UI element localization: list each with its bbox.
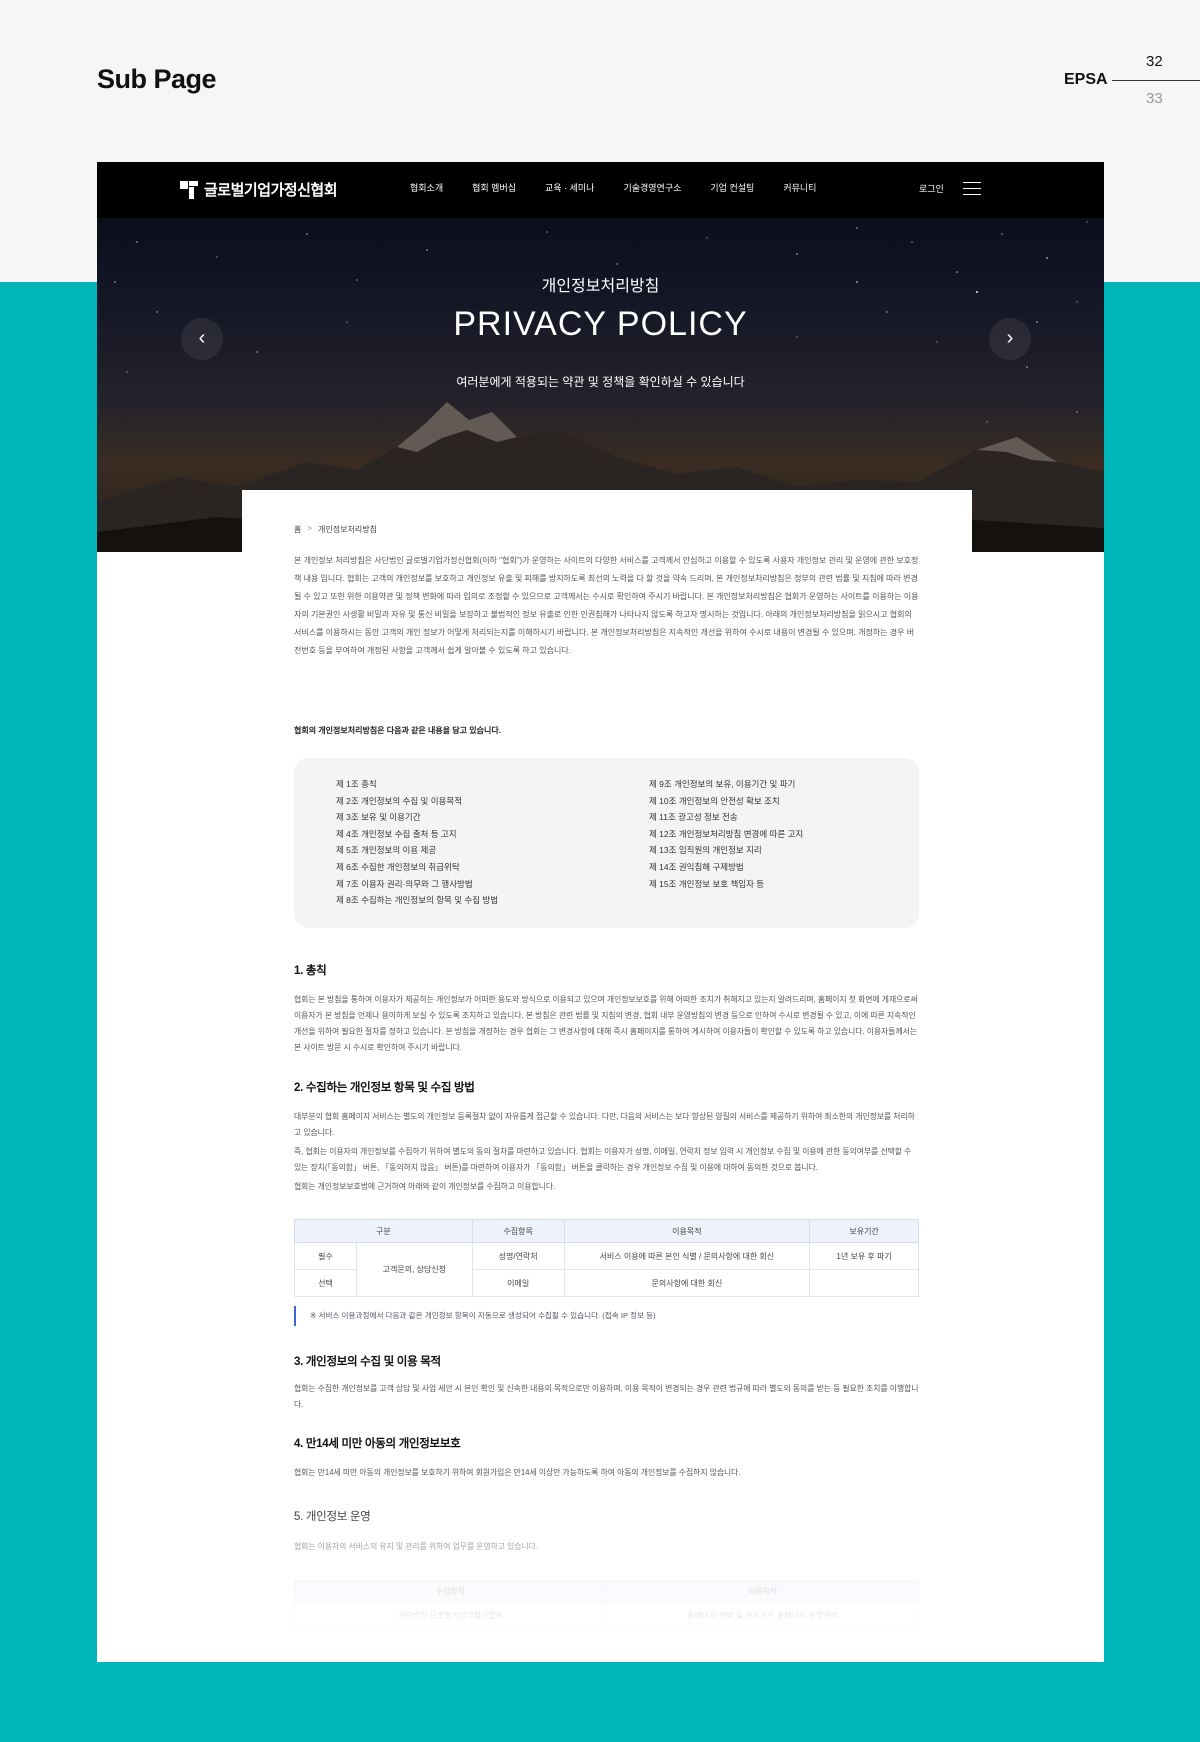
hamburger-icon[interactable] [963, 182, 981, 196]
section-heading: 5. 개인정보 운영 [294, 1511, 371, 1523]
table-header-row: 구분 수집항목 이용목적 보유기간 [294, 1219, 919, 1243]
intro-paragraph: 본 개인정보 처리방침은 사단법인 글로벌기업가정신협회(이하 "협회")가 운… [294, 556, 919, 655]
site-logo[interactable]: 글로벌기업가정신협회 [180, 179, 338, 200]
section-body: 즉, 협회는 이용자의 개인정보를 수집하기 위하여 별도의 동의 절차를 마련… [294, 1147, 912, 1172]
toc-item[interactable]: 제 7조 이용자 권리·의무와 그 행사방법 [336, 876, 498, 893]
section-body: 협회는 수집한 개인정보를 고객 상담 및 사업 세안 시 본인 확인 및 신속… [294, 1384, 919, 1409]
table-of-contents: 제 1조 총칙 제 2조 개인정보의 수집 및 이용목적 제 3조 보유 및 이… [294, 758, 919, 928]
hero-subtitle: 개인정보처리방침 [541, 278, 660, 295]
nav-item-membership[interactable]: 협회 멤버십 [472, 181, 516, 194]
table-header-row: 수집항목 이용목적 [294, 1580, 919, 1603]
toc-item[interactable]: 제 11조 광고성 정보 전송 [649, 809, 803, 826]
toc-item[interactable]: 제 12조 개인정보처리방침 변경에 따른 고지 [649, 826, 803, 843]
table-row: 필수 고객문의, 상담신청 성명/연락처 서비스 이용에 따른 본인 식별 / … [294, 1242, 919, 1297]
toc-item[interactable]: 제 13조 임직원의 개인정보 지리 [649, 842, 803, 859]
chevron-right-icon[interactable]: › [989, 318, 1031, 360]
page-number-current: 32 [1146, 53, 1163, 70]
login-link[interactable]: 로그인 [919, 182, 944, 195]
toc-item[interactable]: 제 8조 수집하는 개인정보의 항목 및 수집 방법 [336, 892, 498, 909]
section-body: 협회는 만14세 미만 아동의 개인정보를 보호하기 위하여 회원가입은 만14… [294, 1468, 741, 1477]
toc-lead: 협회의 개인정보처리방침은 다음과 같은 내용을 담고 있습니다. [294, 726, 501, 735]
content-panel: 홈 > 개인정보처리방침 본 개인정보 처리방침은 사단법인 글로벌기업가정신협… [242, 490, 972, 1662]
table-header-cell: 수집항목 [294, 1580, 607, 1603]
toc-item[interactable]: 제 10조 개인정보의 안전성 확보 조치 [649, 793, 803, 810]
slide-title: Sub Page [97, 64, 217, 94]
toc-item[interactable]: 제 14조 권익침해 구제방법 [649, 859, 803, 876]
table-header-cell: 구분 [294, 1219, 473, 1243]
toc-item[interactable]: 제 1조 총칙 [336, 776, 498, 793]
hero-description: 여러분에게 적용되는 약관 및 정책을 확인하실 수 있습니다 [456, 375, 745, 389]
hero-title: PRIVACY POLICY [453, 305, 748, 343]
table-cell: 서비스 이용에 따른 본인 식별 / 문의사항에 대한 회신 [563, 1242, 811, 1270]
notice-callout: ※ 서비스 이용과정에서 다음과 같은 개인정보 항목이 자동으로 생성되어 수… [294, 1306, 919, 1326]
toc-item[interactable]: 제 9조 개인정보의 보유, 이용기간 및 파기 [649, 776, 803, 793]
chevron-left-icon[interactable]: ‹ [181, 318, 223, 360]
toc-column-right: 제 9조 개인정보의 보유, 이용기간 및 파기 제 10조 개인정보의 안전성… [649, 776, 803, 892]
operation-table: 수집항목 이용목적 사단법인 글로벌기업가정신협회 홈페이지 관리 및 유지보수… [294, 1580, 919, 1629]
breadcrumb-separator: > [307, 524, 313, 533]
global-navigation: 글로벌기업가정신협회 협회소개 협회 멤버십 교육 · 세미나 기술경영연구소 … [97, 162, 1104, 218]
toc-column-left: 제 1조 총칙 제 2조 개인정보의 수집 및 이용목적 제 3조 보유 및 이… [336, 776, 498, 909]
table-cell: 고객문의, 상담신청 [355, 1242, 473, 1297]
logo-icon [180, 180, 198, 199]
table-cell: 1년 보유 후 파기 [809, 1242, 919, 1270]
breadcrumb-current: 개인정보처리방침 [318, 525, 377, 534]
table-cell: 성명/연락처 [471, 1242, 565, 1270]
section-body: 대부분의 협회 홈페이지 서비스는 별도의 개인정보 등록절차 없이 자유롭게 … [294, 1112, 915, 1137]
table-cell: 홈페이지 관리 및 유지보수 홈페이지 운영관리 [606, 1602, 919, 1629]
table-cell: 이메일 [471, 1269, 565, 1297]
table-header-cell: 이용목적 [563, 1219, 811, 1243]
section-heading: 2. 수집하는 개인정보 항목 및 수집 방법 [294, 1082, 475, 1094]
section-body: 협회는 이용자의 서비스의 유지 및 관리를 위하여 업무를 운영하고 있습니다… [294, 1542, 539, 1551]
table-cell: 문의사항에 대한 회신 [563, 1269, 811, 1297]
privacy-items-table: 구분 수집항목 이용목적 보유기간 필수 고객문의, 상담신청 성명/연락처 서… [294, 1219, 919, 1297]
table-cell: 사단법인 글로벌기업가정신협회 [294, 1602, 607, 1629]
breadcrumb: 홈 > 개인정보처리방침 [294, 524, 377, 535]
section-body: 협회는 개인정보보호법에 근거하여 아래와 같이 개인정보를 수집하고 이용합니… [294, 1182, 556, 1191]
section-body: 협회는 본 방침을 통하여 이용자가 제공하는 개인정보가 어떠한 용도와 방식… [294, 995, 918, 1052]
table-header-cell: 보유기간 [809, 1219, 919, 1243]
table-row: 사단법인 글로벌기업가정신협회 홈페이지 관리 및 유지보수 홈페이지 운영관리 [294, 1602, 919, 1629]
nav-item-about[interactable]: 협회소개 [410, 181, 443, 194]
table-cell: 필수 [294, 1242, 357, 1270]
nav-item-education[interactable]: 교육 · 세미나 [545, 181, 594, 194]
toc-item[interactable]: 제 2조 개인정보의 수집 및 이용목적 [336, 793, 498, 810]
main-nav: 협회소개 협회 멤버십 교육 · 세미나 기술경영연구소 기업 컨설팅 커뮤니티 [410, 181, 816, 194]
nav-item-community[interactable]: 커뮤니티 [783, 181, 816, 194]
section-heading: 3. 개인정보의 수집 및 이용 목적 [294, 1356, 441, 1368]
toc-item[interactable]: 제 4조 개인정보 수집 출처 등 고지 [336, 826, 498, 843]
page-number-next: 33 [1146, 90, 1163, 107]
brand-label: EPSA [1064, 71, 1108, 88]
table-cell [809, 1269, 919, 1297]
toc-item[interactable]: 제 3조 보유 및 이용기간 [336, 809, 498, 826]
toc-item[interactable]: 제 6조 수집한 개인정보의 취급위탁 [336, 859, 498, 876]
nav-item-research[interactable]: 기술경영연구소 [623, 181, 681, 194]
nav-item-consulting[interactable]: 기업 컨설팅 [710, 181, 754, 194]
table-header-cell: 이용목적 [606, 1580, 919, 1603]
logo-text: 글로벌기업가정신협회 [204, 182, 338, 199]
table-header-cell: 수집항목 [471, 1219, 565, 1243]
toc-item[interactable]: 제 15조 개인정보 보호 책임자 등 [649, 876, 803, 893]
section-heading: 4. 만14세 미만 아동의 개인정보보호 [294, 1438, 461, 1450]
table-cell: 선택 [294, 1269, 357, 1297]
toc-item[interactable]: 제 5조 개인정보의 이용 제공 [336, 842, 498, 859]
page-divider [1112, 80, 1200, 81]
website-mockup: 글로벌기업가정신협회 협회소개 협회 멤버십 교육 · 세미나 기술경영연구소 … [97, 162, 1104, 1662]
breadcrumb-home[interactable]: 홈 [294, 524, 301, 535]
section-heading: 1. 총칙 [294, 965, 327, 977]
